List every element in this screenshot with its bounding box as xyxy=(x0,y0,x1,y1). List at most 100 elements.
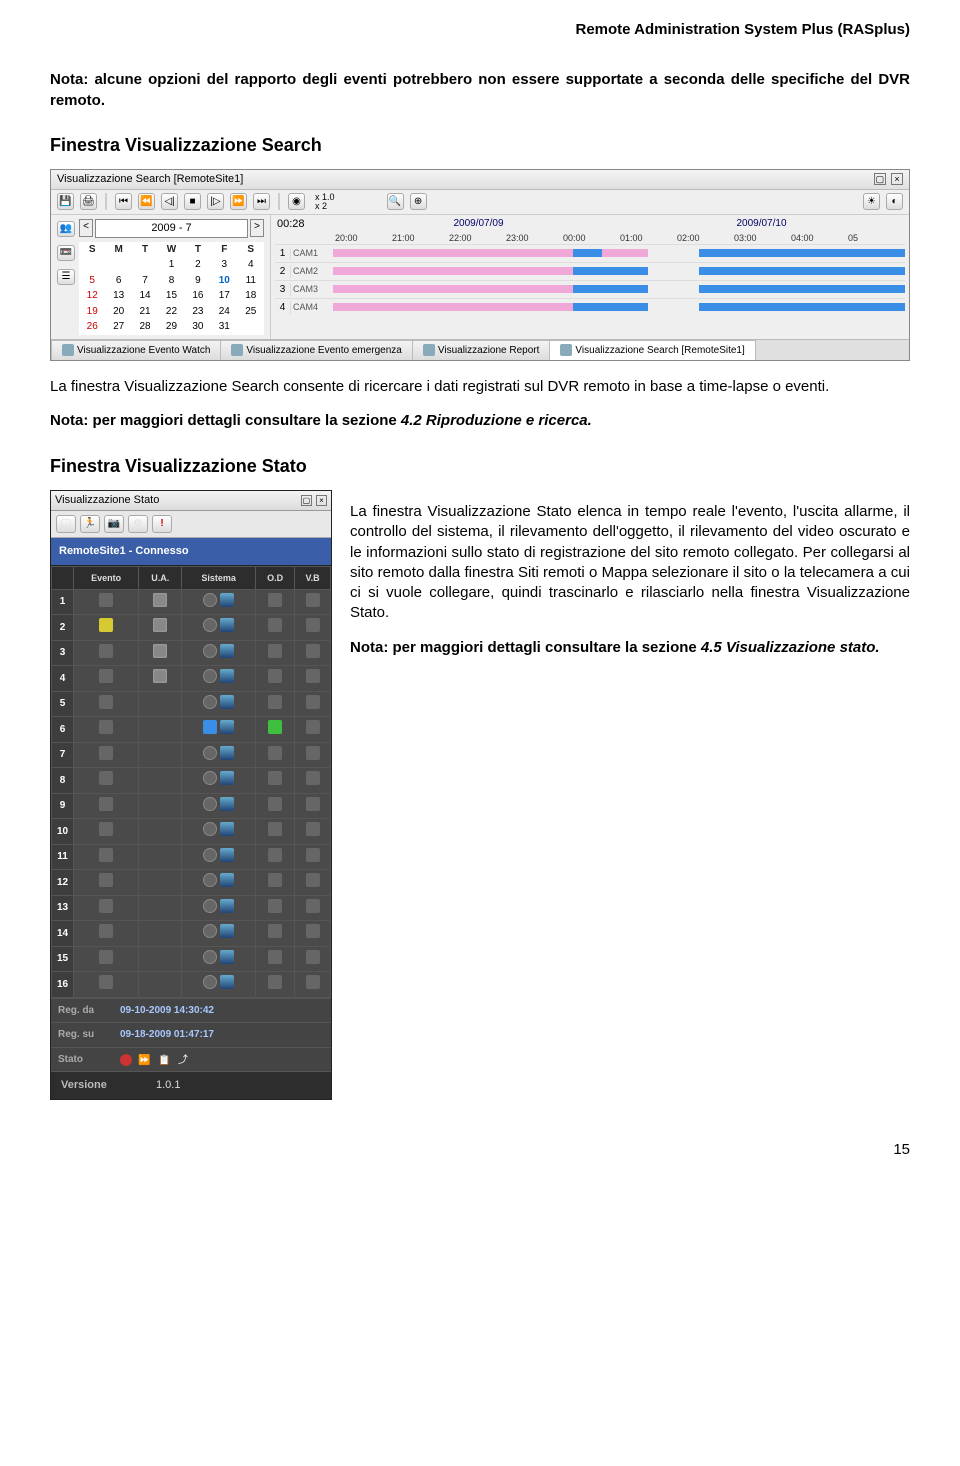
step-back-icon[interactable]: ◁| xyxy=(161,193,178,210)
event-icon xyxy=(99,848,113,862)
settings-icon[interactable]: ⚙ xyxy=(128,515,148,533)
motion-icon[interactable]: 🏃 xyxy=(80,515,100,533)
rewind-icon[interactable]: ⏪ xyxy=(138,193,155,210)
object-icon xyxy=(268,924,282,938)
pin-icon[interactable]: ▢ xyxy=(301,495,312,506)
pin-icon[interactable]: ▢ xyxy=(874,173,886,185)
mode-list-icon[interactable]: ☰ xyxy=(57,269,75,285)
search-title-text: Visualizzazione Search [RemoteSite1] xyxy=(57,172,243,187)
separator xyxy=(105,193,107,210)
heading-stato: Finestra Visualizzazione Stato xyxy=(50,454,910,478)
vb-icon xyxy=(306,771,320,785)
close-icon[interactable]: × xyxy=(891,173,903,185)
version-row: Versione 1.0.1 xyxy=(51,1071,331,1099)
step-fwd-icon[interactable]: |▷ xyxy=(207,193,224,210)
vb-icon xyxy=(306,618,320,632)
table-row[interactable]: 15 xyxy=(52,946,331,972)
stop-icon[interactable]: ■ xyxy=(184,193,201,210)
object-icon xyxy=(268,618,282,632)
object-icon xyxy=(268,873,282,887)
alarm-out-icon xyxy=(153,618,167,632)
jog-icon[interactable]: ◉ xyxy=(288,193,305,210)
stato-grid-header: Evento U.A. Sistema O.D V.B xyxy=(52,566,331,589)
note-ref-stato: Nota: per maggiori dettagli consultare l… xyxy=(350,638,910,658)
monitor-icon xyxy=(220,644,234,658)
date-field[interactable]: 2009 - 7 xyxy=(95,219,248,238)
event-icon xyxy=(99,924,113,938)
clip-icon[interactable]: 📋 xyxy=(158,1054,172,1066)
table-row[interactable]: 9 xyxy=(52,793,331,819)
alert-icon[interactable]: ! xyxy=(152,515,172,533)
rec-icon xyxy=(203,746,217,760)
brightness-icon[interactable]: ☀ xyxy=(863,193,880,210)
tab-emergency[interactable]: Visualizzazione Evento emergenza xyxy=(220,340,412,361)
mode-event-icon[interactable]: 👥 xyxy=(57,221,75,237)
table-row[interactable]: 2 xyxy=(52,615,331,641)
event-icon xyxy=(99,644,113,658)
monitor-icon xyxy=(220,771,234,785)
table-row[interactable]: 8 xyxy=(52,768,331,794)
export-icon[interactable]: ⤴ xyxy=(178,1054,192,1066)
doc-header: Remote Administration System Plus (RASpl… xyxy=(50,20,910,40)
forward-icon[interactable]: ⏩ xyxy=(230,193,247,210)
stato-toolbar: 🖵 🏃 📷 ⚙ ! xyxy=(51,511,331,538)
speed-indicator: x 1.0 x 2 xyxy=(315,193,335,211)
object-icon xyxy=(268,797,282,811)
calendar[interactable]: SMTWTFS 1234 567891011 12131415161718 19… xyxy=(79,242,264,335)
table-row[interactable]: 12 xyxy=(52,870,331,896)
event-icon xyxy=(99,669,113,683)
tab-search[interactable]: Visualizzazione Search [RemoteSite1] xyxy=(549,340,755,361)
panel-tabs: Visualizzazione Evento Watch Visualizzaz… xyxy=(51,339,909,361)
next-month-btn[interactable]: > xyxy=(250,219,264,237)
vb-icon xyxy=(306,644,320,658)
first-icon[interactable]: ⏮ xyxy=(115,193,132,210)
object-icon xyxy=(268,771,282,785)
mode-clip-icon[interactable]: 📼 xyxy=(57,245,75,261)
search-toolbar: 💾 🖨 ⏮ ⏪ ◁| ■ |▷ ⏩ ⏭ ◉ x 1.0 x 2 🔍 ⊕ ☀ ◐ xyxy=(51,190,909,215)
table-row[interactable]: 4 xyxy=(52,666,331,692)
adjust-icon[interactable]: ◐ xyxy=(886,193,903,210)
table-row[interactable]: 11 xyxy=(52,844,331,870)
rec-icon xyxy=(203,797,217,811)
zoom-in-icon[interactable]: 🔍 xyxy=(387,193,404,210)
table-row[interactable]: 6 xyxy=(52,717,331,743)
vb-icon xyxy=(306,797,320,811)
table-row[interactable]: 14 xyxy=(52,921,331,947)
table-row[interactable]: 3 xyxy=(52,640,331,666)
separator xyxy=(278,193,280,210)
event-icon xyxy=(99,822,113,836)
object-icon xyxy=(268,975,282,989)
table-row[interactable]: 5 xyxy=(52,691,331,717)
zoom-fit-icon[interactable]: ⊕ xyxy=(410,193,427,210)
monitor-icon[interactable]: 🖵 xyxy=(56,515,76,533)
last-icon[interactable]: ⏭ xyxy=(253,193,270,210)
timeline-date-right: 2009/07/10 xyxy=(620,217,903,232)
tab-report[interactable]: Visualizzazione Report xyxy=(412,340,551,361)
event-icon xyxy=(99,771,113,785)
table-row[interactable]: 16 xyxy=(52,972,331,998)
timeline-rows[interactable]: 1CAM1 2CAM2 3CAM3 4CAM4 xyxy=(275,244,905,316)
rec-icon xyxy=(203,899,217,913)
motion-event-icon xyxy=(99,618,113,632)
rec-icon xyxy=(203,618,217,632)
rec-icon xyxy=(203,975,217,989)
close-icon[interactable]: × xyxy=(316,495,327,506)
table-row[interactable]: 1 xyxy=(52,589,331,615)
object-icon xyxy=(268,644,282,658)
print-icon[interactable]: 🖨 xyxy=(80,193,97,210)
rec-icon xyxy=(203,695,217,709)
tab-watch[interactable]: Visualizzazione Evento Watch xyxy=(51,340,221,361)
table-row[interactable]: 10 xyxy=(52,819,331,845)
play-ff-icon[interactable]: ⏩ xyxy=(138,1054,152,1066)
table-row[interactable]: 13 xyxy=(52,895,331,921)
save-icon[interactable]: 💾 xyxy=(57,193,74,210)
rec-icon xyxy=(203,822,217,836)
monitor-icon xyxy=(220,695,234,709)
connection-status: RemoteSite1 - Connesso xyxy=(51,538,331,566)
prev-month-btn[interactable]: < xyxy=(79,219,93,237)
rec-icon xyxy=(203,873,217,887)
camera-icon[interactable]: 📷 xyxy=(104,515,124,533)
table-row[interactable]: 7 xyxy=(52,742,331,768)
event-icon xyxy=(99,593,113,607)
stato-description: La finestra Visualizzazione Stato elenca… xyxy=(350,502,910,624)
